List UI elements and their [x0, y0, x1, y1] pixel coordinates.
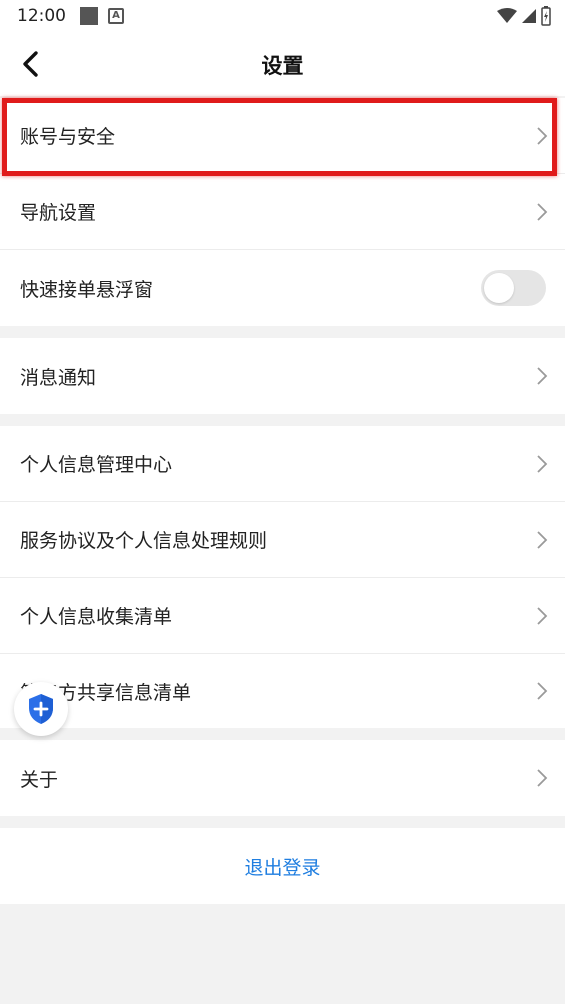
floating-window-toggle[interactable] — [481, 270, 546, 306]
settings-item-service-agreement[interactable]: 服务协议及个人信息处理规则 — [0, 502, 565, 578]
settings-item-personal-info-center[interactable]: 个人信息管理中心 — [0, 426, 565, 502]
chevron-right-icon — [537, 769, 548, 787]
settings-group-account: 账号与安全 导航设置 快速接单悬浮窗 — [0, 98, 565, 326]
settings-item-account-security[interactable]: 账号与安全 — [0, 98, 565, 174]
wifi-icon — [497, 8, 517, 23]
logout-button[interactable]: 退出登录 — [0, 828, 565, 904]
settings-item-label: 个人信息收集清单 — [20, 606, 173, 628]
a-notification-icon: A — [108, 8, 124, 24]
group-divider — [0, 816, 565, 828]
settings-item-about[interactable]: 关于 — [0, 740, 565, 816]
settings-item-third-party-sharing[interactable]: 第三方共享信息清单 — [0, 654, 565, 728]
status-time: 12:00 — [17, 6, 66, 26]
settings-item-label: 个人信息管理中心 — [20, 454, 173, 476]
app-bar: 设置 — [0, 32, 565, 96]
group-divider — [0, 326, 565, 338]
settings-item-notifications[interactable]: 消息通知 — [0, 338, 565, 414]
settings-list: 账号与安全 导航设置 快速接单悬浮窗 消息通知 个人信息管理中心 服务协议及个人… — [0, 98, 565, 904]
settings-item-label: 账号与安全 — [20, 126, 116, 148]
notification-square-icon — [80, 7, 98, 25]
settings-item-label: 快速接单悬浮窗 — [20, 278, 154, 301]
settings-item-info-collection-list[interactable]: 个人信息收集清单 — [0, 578, 565, 654]
chevron-right-icon — [537, 530, 548, 549]
status-bar: 12:00 A — [0, 0, 565, 32]
chevron-right-icon — [537, 454, 548, 473]
settings-item-label: 消息通知 — [20, 366, 97, 389]
chevron-right-icon — [537, 682, 548, 700]
chevron-right-icon — [537, 367, 548, 385]
page-title: 设置 — [261, 54, 304, 78]
group-divider — [0, 414, 565, 426]
status-right-icons — [497, 6, 551, 26]
settings-item-label: 关于 — [20, 768, 59, 791]
toggle-knob — [484, 273, 514, 303]
settings-group-privacy: 个人信息管理中心 服务协议及个人信息处理规则 个人信息收集清单 第三方共享信息清… — [0, 426, 565, 728]
settings-group-about: 关于 — [0, 740, 565, 816]
chevron-right-icon — [537, 126, 548, 145]
settings-item-label: 服务协议及个人信息处理规则 — [20, 530, 268, 552]
settings-item-navigation[interactable]: 导航设置 — [0, 174, 565, 250]
shield-plus-icon — [29, 694, 53, 724]
settings-group-notifications: 消息通知 — [0, 338, 565, 414]
chevron-right-icon — [537, 606, 548, 625]
signal-icon — [522, 9, 536, 23]
floating-shield-button[interactable] — [14, 682, 68, 736]
chevron-right-icon — [537, 202, 548, 221]
settings-item-label: 导航设置 — [20, 202, 97, 224]
settings-item-floating-window: 快速接单悬浮窗 — [0, 250, 565, 326]
group-divider — [0, 728, 565, 740]
battery-icon — [541, 6, 551, 26]
